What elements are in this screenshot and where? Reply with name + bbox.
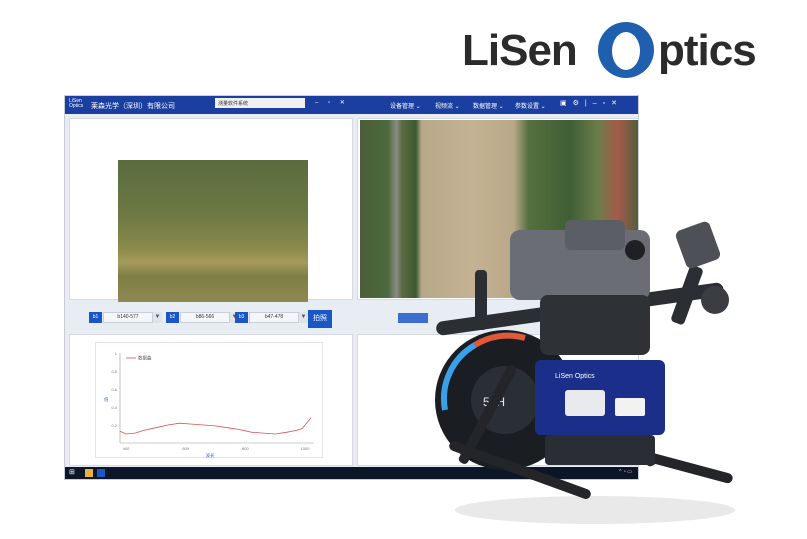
title-bar: LiSen Optics 莱森光学（深圳）有限公司 测量软件系统 – ▫ ✕ 设… (65, 96, 638, 114)
file-explorer-icon[interactable] (85, 469, 93, 477)
window-tab[interactable]: 测量软件系统 (215, 98, 305, 108)
y-tick-label-4: 1 (115, 351, 118, 356)
legend-label: 数据曲 (138, 355, 152, 362)
drone-illustration: 51H LiSen Optics (435, 220, 735, 524)
menu-video[interactable]: 视频流 ⌄ (435, 101, 460, 110)
logo-o-mark (598, 22, 654, 78)
menu-video-label: 视频流 (435, 104, 454, 110)
payload-brand-label: LiSen Optics (555, 373, 595, 380)
y-tick-label-0: 0.2 (111, 423, 117, 428)
x-tick-label-1: 600 (182, 446, 189, 451)
y-tick-label-2: 0.6 (111, 387, 117, 392)
camera-preview-image (118, 160, 308, 302)
x-tick-label-3: 1000 (301, 446, 311, 451)
windows-start-icon[interactable]: ⊞ (69, 469, 77, 477)
band-1-button[interactable]: b1 (89, 312, 102, 323)
tab-window-controls[interactable]: – ▫ ✕ (315, 99, 349, 106)
x-tick-label-2: 800 (242, 446, 249, 451)
band-1-chevron-down-icon[interactable]: ▼ (153, 312, 162, 323)
camera-panel (69, 118, 353, 302)
band-3-select[interactable]: b47-478 (249, 312, 299, 323)
lisen-optics-logo: LiSen ptics (462, 18, 782, 82)
menu-settings-label: 参数设置 (515, 104, 540, 110)
band-1-select[interactable]: b140-577 (103, 312, 153, 323)
app-taskbar-icon[interactable] (97, 469, 105, 477)
logo-text-ptics: ptics (658, 26, 757, 75)
menu-data-label: 数据管理 (473, 104, 498, 110)
window-controls[interactable]: ▣⚙|–▫✕ (560, 99, 623, 107)
series-line-0 (119, 417, 312, 435)
band-3-chevron-down-icon[interactable]: ▼ (299, 312, 308, 323)
menu-data[interactable]: 数据管理 ⌄ (473, 101, 504, 110)
logo-text-lisen: LiSen (462, 26, 578, 75)
spectrum-chart-svg: 0.2 0.4 0.6 0.8 1 400 600 800 1000 数据曲值波长 (104, 351, 314, 459)
band-2-select[interactable]: b86-566 (180, 312, 230, 323)
menu-settings[interactable]: 参数设置 ⌄ (515, 101, 546, 110)
menu-device[interactable]: 设备管理 ⌄ (390, 101, 421, 110)
capture-button[interactable]: 拍照 (308, 310, 332, 328)
window-tab-label: 测量软件系统 (218, 101, 249, 107)
y-tick-label-3: 0.8 (111, 369, 117, 374)
x-axis-label: 波长 (206, 452, 215, 459)
band-control-bar: b1 b140-577 ▼ b2 b86-566 ▼ b3 b47-478 ▼ … (65, 308, 353, 330)
app-logo: LiSen Optics (69, 98, 84, 109)
y-axis-label: 值 (104, 396, 109, 403)
band-3-button[interactable]: b3 (235, 312, 248, 323)
company-name: 莱森光学（深圳）有限公司 (91, 103, 175, 110)
spectrum-chart: 0.2 0.4 0.6 0.8 1 400 600 800 1000 数据曲值波长 (95, 342, 323, 459)
x-tick-label-0: 400 (123, 446, 130, 451)
band-2-button[interactable]: b2 (166, 312, 179, 323)
menu-device-label: 设备管理 (390, 104, 415, 110)
y-tick-label-1: 0.4 (111, 405, 117, 410)
